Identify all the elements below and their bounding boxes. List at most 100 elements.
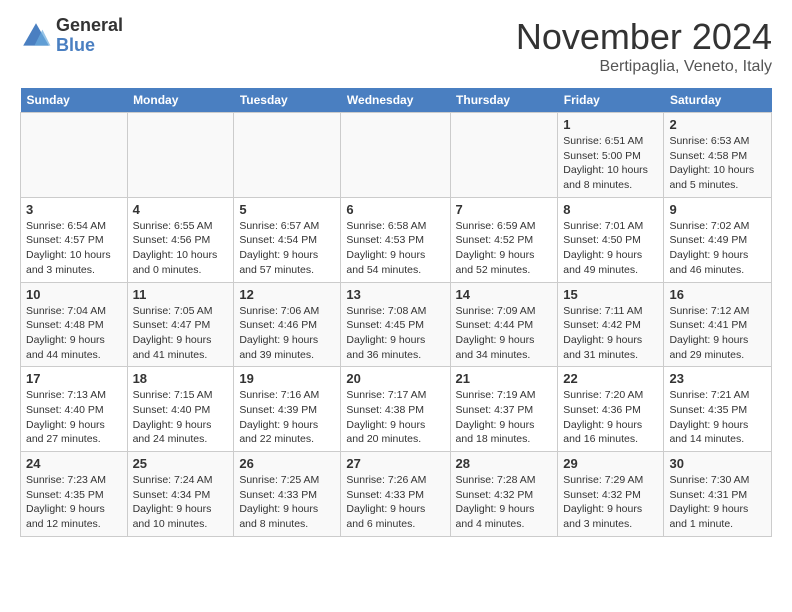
calendar-day-cell: 17 Sunrise: 7:13 AM Sunset: 4:40 PM Dayli… [21, 367, 128, 452]
day-detail: Sunrise: 7:05 AM Sunset: 4:47 PM Dayligh… [133, 305, 213, 361]
calendar-day-cell: 29 Sunrise: 7:29 AM Sunset: 4:32 PM Dayli… [558, 452, 664, 537]
calendar-day-cell: 8 Sunrise: 7:01 AM Sunset: 4:50 PM Daylig… [558, 197, 664, 282]
day-detail: Sunrise: 7:15 AM Sunset: 4:40 PM Dayligh… [133, 389, 213, 445]
day-number: 12 [239, 287, 335, 302]
day-detail: Sunrise: 7:23 AM Sunset: 4:35 PM Dayligh… [26, 474, 106, 530]
calendar-day-cell: 12 Sunrise: 7:06 AM Sunset: 4:46 PM Dayli… [234, 282, 341, 367]
day-detail: Sunrise: 7:26 AM Sunset: 4:33 PM Dayligh… [346, 474, 426, 530]
day-number: 16 [669, 287, 766, 302]
calendar-week-row: 3 Sunrise: 6:54 AM Sunset: 4:57 PM Daylig… [21, 197, 772, 282]
day-number: 13 [346, 287, 444, 302]
calendar-day-cell [127, 113, 234, 198]
day-detail: Sunrise: 6:51 AM Sunset: 5:00 PM Dayligh… [563, 135, 648, 191]
weekday-header-cell: Wednesday [341, 88, 450, 113]
calendar-day-cell: 21 Sunrise: 7:19 AM Sunset: 4:37 PM Dayli… [450, 367, 558, 452]
calendar-day-cell: 16 Sunrise: 7:12 AM Sunset: 4:41 PM Dayli… [664, 282, 772, 367]
calendar-week-row: 10 Sunrise: 7:04 AM Sunset: 4:48 PM Dayli… [21, 282, 772, 367]
day-detail: Sunrise: 7:01 AM Sunset: 4:50 PM Dayligh… [563, 220, 643, 276]
calendar-day-cell: 22Sunrise: 7:20 AM Sunset: 4:36 PM Dayli… [558, 367, 664, 452]
day-number: 9 [669, 202, 766, 217]
day-number: 28 [456, 456, 553, 471]
calendar-day-cell [234, 113, 341, 198]
calendar-day-cell: 27 Sunrise: 7:26 AM Sunset: 4:33 PM Dayli… [341, 452, 450, 537]
logo: General Blue [20, 16, 123, 56]
day-detail: Sunrise: 7:02 AM Sunset: 4:49 PM Dayligh… [669, 220, 749, 276]
day-detail: Sunrise: 7:08 AM Sunset: 4:45 PM Dayligh… [346, 305, 426, 361]
day-number: 20 [346, 371, 444, 386]
day-detail: Sunrise: 7:17 AM Sunset: 4:38 PM Dayligh… [346, 389, 426, 445]
weekday-header-cell: Friday [558, 88, 664, 113]
day-detail: Sunrise: 6:57 AM Sunset: 4:54 PM Dayligh… [239, 220, 319, 276]
day-detail: Sunrise: 7:25 AM Sunset: 4:33 PM Dayligh… [239, 474, 319, 530]
logo-icon [20, 20, 52, 52]
day-number: 15 [563, 287, 658, 302]
calendar-day-cell: 7Sunrise: 6:59 AM Sunset: 4:52 PM Daylig… [450, 197, 558, 282]
day-detail: Sunrise: 7:04 AM Sunset: 4:48 PM Dayligh… [26, 305, 106, 361]
day-number: 23 [669, 371, 766, 386]
day-detail: Sunrise: 7:30 AM Sunset: 4:31 PM Dayligh… [669, 474, 749, 530]
day-number: 3 [26, 202, 122, 217]
day-detail: Sunrise: 7:13 AM Sunset: 4:40 PM Dayligh… [26, 389, 106, 445]
day-number: 27 [346, 456, 444, 471]
calendar-table: SundayMondayTuesdayWednesdayThursdayFrid… [20, 88, 772, 537]
day-number: 24 [26, 456, 122, 471]
day-detail: Sunrise: 7:12 AM Sunset: 4:41 PM Dayligh… [669, 305, 749, 361]
day-number: 1 [563, 117, 658, 132]
day-detail: Sunrise: 7:09 AM Sunset: 4:44 PM Dayligh… [456, 305, 536, 361]
calendar-day-cell [341, 113, 450, 198]
calendar-day-cell: 9 Sunrise: 7:02 AM Sunset: 4:49 PM Daylig… [664, 197, 772, 282]
weekday-header-cell: Sunday [21, 88, 128, 113]
location-subtitle: Bertipaglia, Veneto, Italy [516, 58, 772, 76]
day-detail: Sunrise: 7:19 AM Sunset: 4:37 PM Dayligh… [456, 389, 536, 445]
day-number: 6 [346, 202, 444, 217]
calendar-day-cell: 10 Sunrise: 7:04 AM Sunset: 4:48 PM Dayli… [21, 282, 128, 367]
calendar-day-cell: 19 Sunrise: 7:16 AM Sunset: 4:39 PM Dayli… [234, 367, 341, 452]
day-number: 30 [669, 456, 766, 471]
calendar-day-cell: 5Sunrise: 6:57 AM Sunset: 4:54 PM Daylig… [234, 197, 341, 282]
day-detail: Sunrise: 6:54 AM Sunset: 4:57 PM Dayligh… [26, 220, 111, 276]
day-detail: Sunrise: 7:06 AM Sunset: 4:46 PM Dayligh… [239, 305, 319, 361]
day-number: 8 [563, 202, 658, 217]
header: General Blue November 2024 Bertipaglia, … [20, 16, 772, 76]
calendar-day-cell: 11 Sunrise: 7:05 AM Sunset: 4:47 PM Dayli… [127, 282, 234, 367]
day-number: 26 [239, 456, 335, 471]
day-number: 29 [563, 456, 658, 471]
logo-blue: Blue [56, 36, 123, 56]
calendar-day-cell: 30 Sunrise: 7:30 AM Sunset: 4:31 PM Dayli… [664, 452, 772, 537]
day-detail: Sunrise: 7:29 AM Sunset: 4:32 PM Dayligh… [563, 474, 643, 530]
calendar-day-cell: 25 Sunrise: 7:24 AM Sunset: 4:34 PM Dayli… [127, 452, 234, 537]
calendar-day-cell: 4 Sunrise: 6:55 AM Sunset: 4:56 PM Daylig… [127, 197, 234, 282]
title-block: November 2024 Bertipaglia, Veneto, Italy [516, 16, 772, 76]
day-number: 10 [26, 287, 122, 302]
calendar-week-row: 17 Sunrise: 7:13 AM Sunset: 4:40 PM Dayli… [21, 367, 772, 452]
calendar-day-cell: 24 Sunrise: 7:23 AM Sunset: 4:35 PM Dayli… [21, 452, 128, 537]
day-detail: Sunrise: 7:21 AM Sunset: 4:35 PM Dayligh… [669, 389, 749, 445]
day-detail: Sunrise: 7:16 AM Sunset: 4:39 PM Dayligh… [239, 389, 319, 445]
page: General Blue November 2024 Bertipaglia, … [0, 0, 792, 612]
calendar-day-cell: 15 Sunrise: 7:11 AM Sunset: 4:42 PM Dayli… [558, 282, 664, 367]
day-number: 25 [133, 456, 229, 471]
day-detail: Sunrise: 7:20 AM Sunset: 4:36 PM Dayligh… [563, 389, 643, 445]
day-detail: Sunrise: 6:59 AM Sunset: 4:52 PM Dayligh… [456, 220, 536, 276]
weekday-header-cell: Thursday [450, 88, 558, 113]
calendar-day-cell: 6Sunrise: 6:58 AM Sunset: 4:53 PM Daylig… [341, 197, 450, 282]
day-detail: Sunrise: 6:55 AM Sunset: 4:56 PM Dayligh… [133, 220, 218, 276]
calendar-day-cell: 18 Sunrise: 7:15 AM Sunset: 4:40 PM Dayli… [127, 367, 234, 452]
day-number: 4 [133, 202, 229, 217]
day-number: 11 [133, 287, 229, 302]
weekday-header-cell: Tuesday [234, 88, 341, 113]
calendar-day-cell: 28Sunrise: 7:28 AM Sunset: 4:32 PM Dayli… [450, 452, 558, 537]
logo-text: General Blue [56, 16, 123, 56]
day-number: 17 [26, 371, 122, 386]
calendar-week-row: 1 Sunrise: 6:51 AM Sunset: 5:00 PM Daylig… [21, 113, 772, 198]
day-detail: Sunrise: 7:11 AM Sunset: 4:42 PM Dayligh… [563, 305, 642, 361]
day-number: 21 [456, 371, 553, 386]
day-number: 2 [669, 117, 766, 132]
day-number: 19 [239, 371, 335, 386]
calendar-day-cell: 14Sunrise: 7:09 AM Sunset: 4:44 PM Dayli… [450, 282, 558, 367]
day-detail: Sunrise: 7:24 AM Sunset: 4:34 PM Dayligh… [133, 474, 213, 530]
month-title: November 2024 [516, 16, 772, 58]
day-number: 18 [133, 371, 229, 386]
calendar-week-row: 24 Sunrise: 7:23 AM Sunset: 4:35 PM Dayli… [21, 452, 772, 537]
calendar-body: 1 Sunrise: 6:51 AM Sunset: 5:00 PM Daylig… [21, 113, 772, 537]
